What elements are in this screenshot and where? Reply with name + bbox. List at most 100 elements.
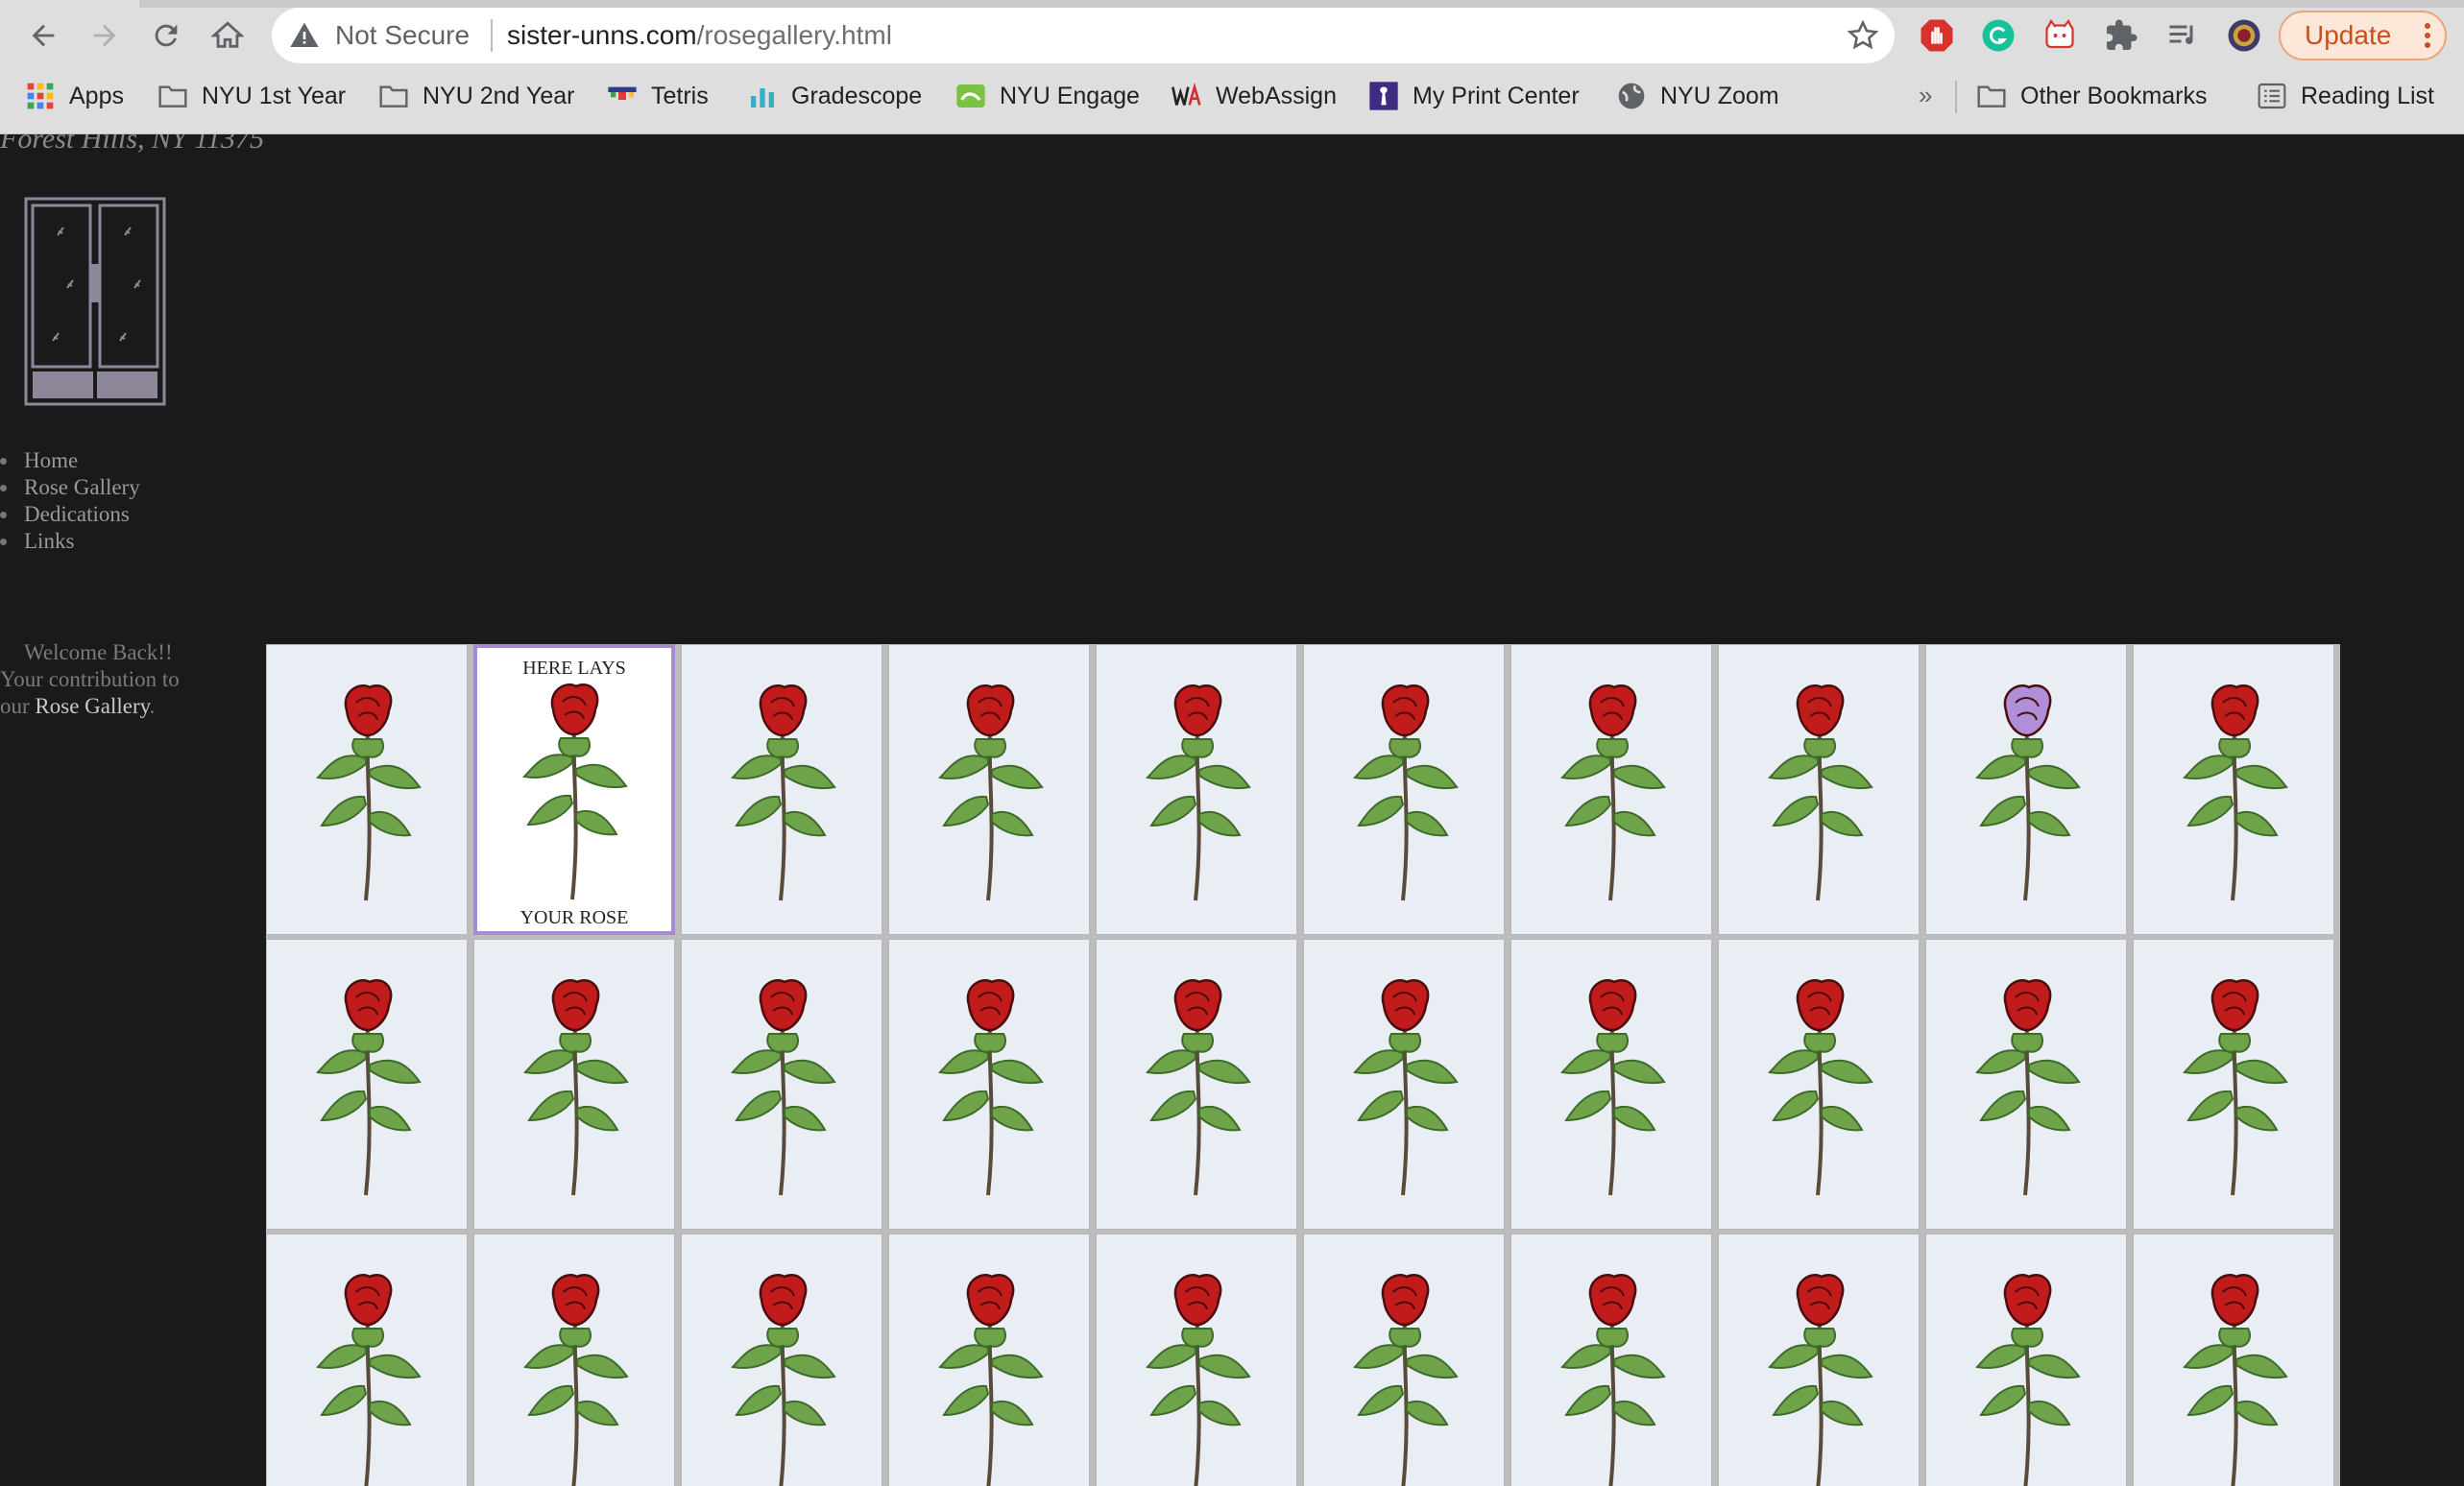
tetris-icon [608, 86, 637, 100]
media-controls-button[interactable] [2164, 17, 2201, 54]
arrow-left-icon [32, 24, 55, 47]
update-button[interactable]: Update [2279, 11, 2447, 60]
profile-seal-icon [2228, 19, 2260, 52]
home-icon [211, 21, 244, 48]
red-rose-icon [1352, 979, 1459, 1196]
red-rose-icon [937, 979, 1044, 1196]
extension-pet[interactable] [2041, 17, 2078, 54]
bookmark-star-icon[interactable] [1847, 19, 1879, 52]
site-address: Forest Hills, NY 11375 [0, 134, 265, 155]
warning-icon [290, 22, 319, 47]
cabinet-logo-icon [24, 197, 166, 406]
red-rose-icon [1145, 1274, 1251, 1486]
puzzle-piece-icon [2107, 19, 2138, 50]
forward-button[interactable] [83, 13, 127, 58]
gallery-cell[interactable] [888, 644, 1090, 935]
red-rose-icon [730, 979, 836, 1196]
red-rose-icon [2182, 1274, 2288, 1486]
gallery-cell[interactable] [1303, 1234, 1505, 1486]
bookmark-apps[interactable]: Apps [25, 73, 124, 119]
extension-grammarly[interactable] [1980, 17, 2017, 54]
home-button[interactable] [205, 13, 250, 58]
nav-link-rose-gallery[interactable]: Rose Gallery [24, 475, 140, 499]
bookmark-my-print-center[interactable]: My Print Center [1368, 73, 1580, 119]
gallery-cell[interactable] [1096, 939, 1297, 1230]
gradescope-icon [751, 88, 774, 108]
gallery-cell[interactable] [1718, 1234, 1920, 1486]
gallery-cell[interactable] [1718, 644, 1920, 935]
gallery-cell[interactable] [266, 644, 468, 935]
bookmark-webassign[interactable]: WebAssign [1172, 73, 1337, 119]
gallery-cell[interactable] [1510, 1234, 1712, 1486]
reload-button[interactable] [144, 13, 188, 58]
reading-list[interactable]: Reading List [2257, 73, 2434, 119]
gallery-cell[interactable] [1925, 939, 2127, 1230]
security-label[interactable]: Not Secure [335, 8, 470, 63]
bookmark-tetris[interactable]: Tetris [607, 73, 709, 119]
red-rose-icon [2182, 979, 2288, 1196]
red-rose-icon [937, 684, 1044, 901]
back-button[interactable] [21, 13, 65, 58]
gallery-cell[interactable] [681, 1234, 882, 1486]
gallery-cell[interactable] [1925, 644, 2127, 935]
red-rose-icon [1767, 979, 1873, 1196]
gallery-cell[interactable] [266, 939, 468, 1230]
gallery-cell[interactable] [1510, 939, 1712, 1230]
gallery-cell[interactable] [2133, 1234, 2334, 1486]
extensions-button[interactable] [2103, 17, 2139, 54]
red-rose-icon [1559, 1274, 1666, 1486]
red-rose-icon [1145, 684, 1251, 901]
other-bookmarks[interactable]: Other Bookmarks [1976, 73, 2208, 119]
nav-item-home: Home [0, 447, 140, 474]
gallery-cell[interactable] [888, 939, 1090, 1230]
gallery-cell[interactable] [1718, 939, 1920, 1230]
stop-hand-icon [1920, 19, 1953, 52]
rose-caption-bottom: YOUR ROSE [519, 907, 629, 928]
gallery-cell[interactable] [2133, 644, 2334, 935]
bookmark-nyu-zoom[interactable]: NYU Zoom [1616, 73, 1779, 119]
red-rose-icon [2182, 684, 2288, 901]
profile-avatar[interactable] [2226, 17, 2262, 54]
bookmark-gradescope[interactable]: Gradescope [747, 73, 922, 119]
url-text[interactable]: sister-unns.com/rosegallery.html [507, 8, 892, 63]
apps-grid-icon [27, 83, 54, 109]
extension-adblock[interactable] [1919, 17, 1955, 54]
gallery-cell[interactable] [266, 1234, 468, 1486]
cat-face-icon [2045, 18, 2074, 49]
active-tab[interactable] [0, 0, 139, 8]
gallery-cell[interactable]: HERE LAYS YOUR ROSE [473, 644, 675, 935]
welcome-line-3: our Rose Gallery. [0, 694, 156, 718]
gallery-cell[interactable] [1096, 1234, 1297, 1486]
nav-link-dedications[interactable]: Dedications [24, 502, 130, 526]
nav-item-dedications: Dedications [0, 501, 140, 528]
bookmark-nyu-1st-year[interactable]: NYU 1st Year [157, 73, 346, 119]
welcome-gallery-link[interactable]: Rose Gallery [35, 694, 149, 718]
gallery-cell[interactable] [1303, 644, 1505, 935]
gallery-cell[interactable] [2133, 939, 2334, 1230]
red-rose-icon [522, 1274, 629, 1486]
gallery-cell[interactable] [1510, 644, 1712, 935]
red-rose-icon [730, 1274, 836, 1486]
nav-link-home[interactable]: Home [24, 448, 78, 472]
gallery-cell[interactable] [1096, 644, 1297, 935]
gallery-cell[interactable] [473, 939, 675, 1230]
gallery-cell[interactable] [888, 1234, 1090, 1486]
folder-icon [158, 85, 187, 108]
bookmark-nyu-2nd-year[interactable]: NYU 2nd Year [378, 73, 574, 119]
browser-chrome: Not Secure sister-unns.com/rosegallery.h… [0, 0, 2464, 134]
bookmarks-divider [1955, 81, 1957, 113]
gallery-cell[interactable] [1925, 1234, 2127, 1486]
nav-link-links[interactable]: Links [24, 529, 74, 553]
gallery-cell[interactable] [1303, 939, 1505, 1230]
site-nav: Home Rose Gallery Dedications Links [0, 447, 140, 555]
red-rose-icon [522, 979, 629, 1196]
bookmark-nyu-engage[interactable]: NYU Engage [955, 73, 1140, 119]
folder-icon [379, 85, 408, 108]
bookmarks-overflow-button[interactable]: » [1919, 81, 1932, 110]
purple-rose-icon [1974, 684, 2081, 901]
gallery-cell[interactable] [473, 1234, 675, 1486]
gallery-cell[interactable] [681, 939, 882, 1230]
red-rose-icon [937, 1274, 1044, 1486]
gallery-cell[interactable] [681, 644, 882, 935]
address-bar[interactable]: Not Secure sister-unns.com/rosegallery.h… [272, 8, 1895, 63]
